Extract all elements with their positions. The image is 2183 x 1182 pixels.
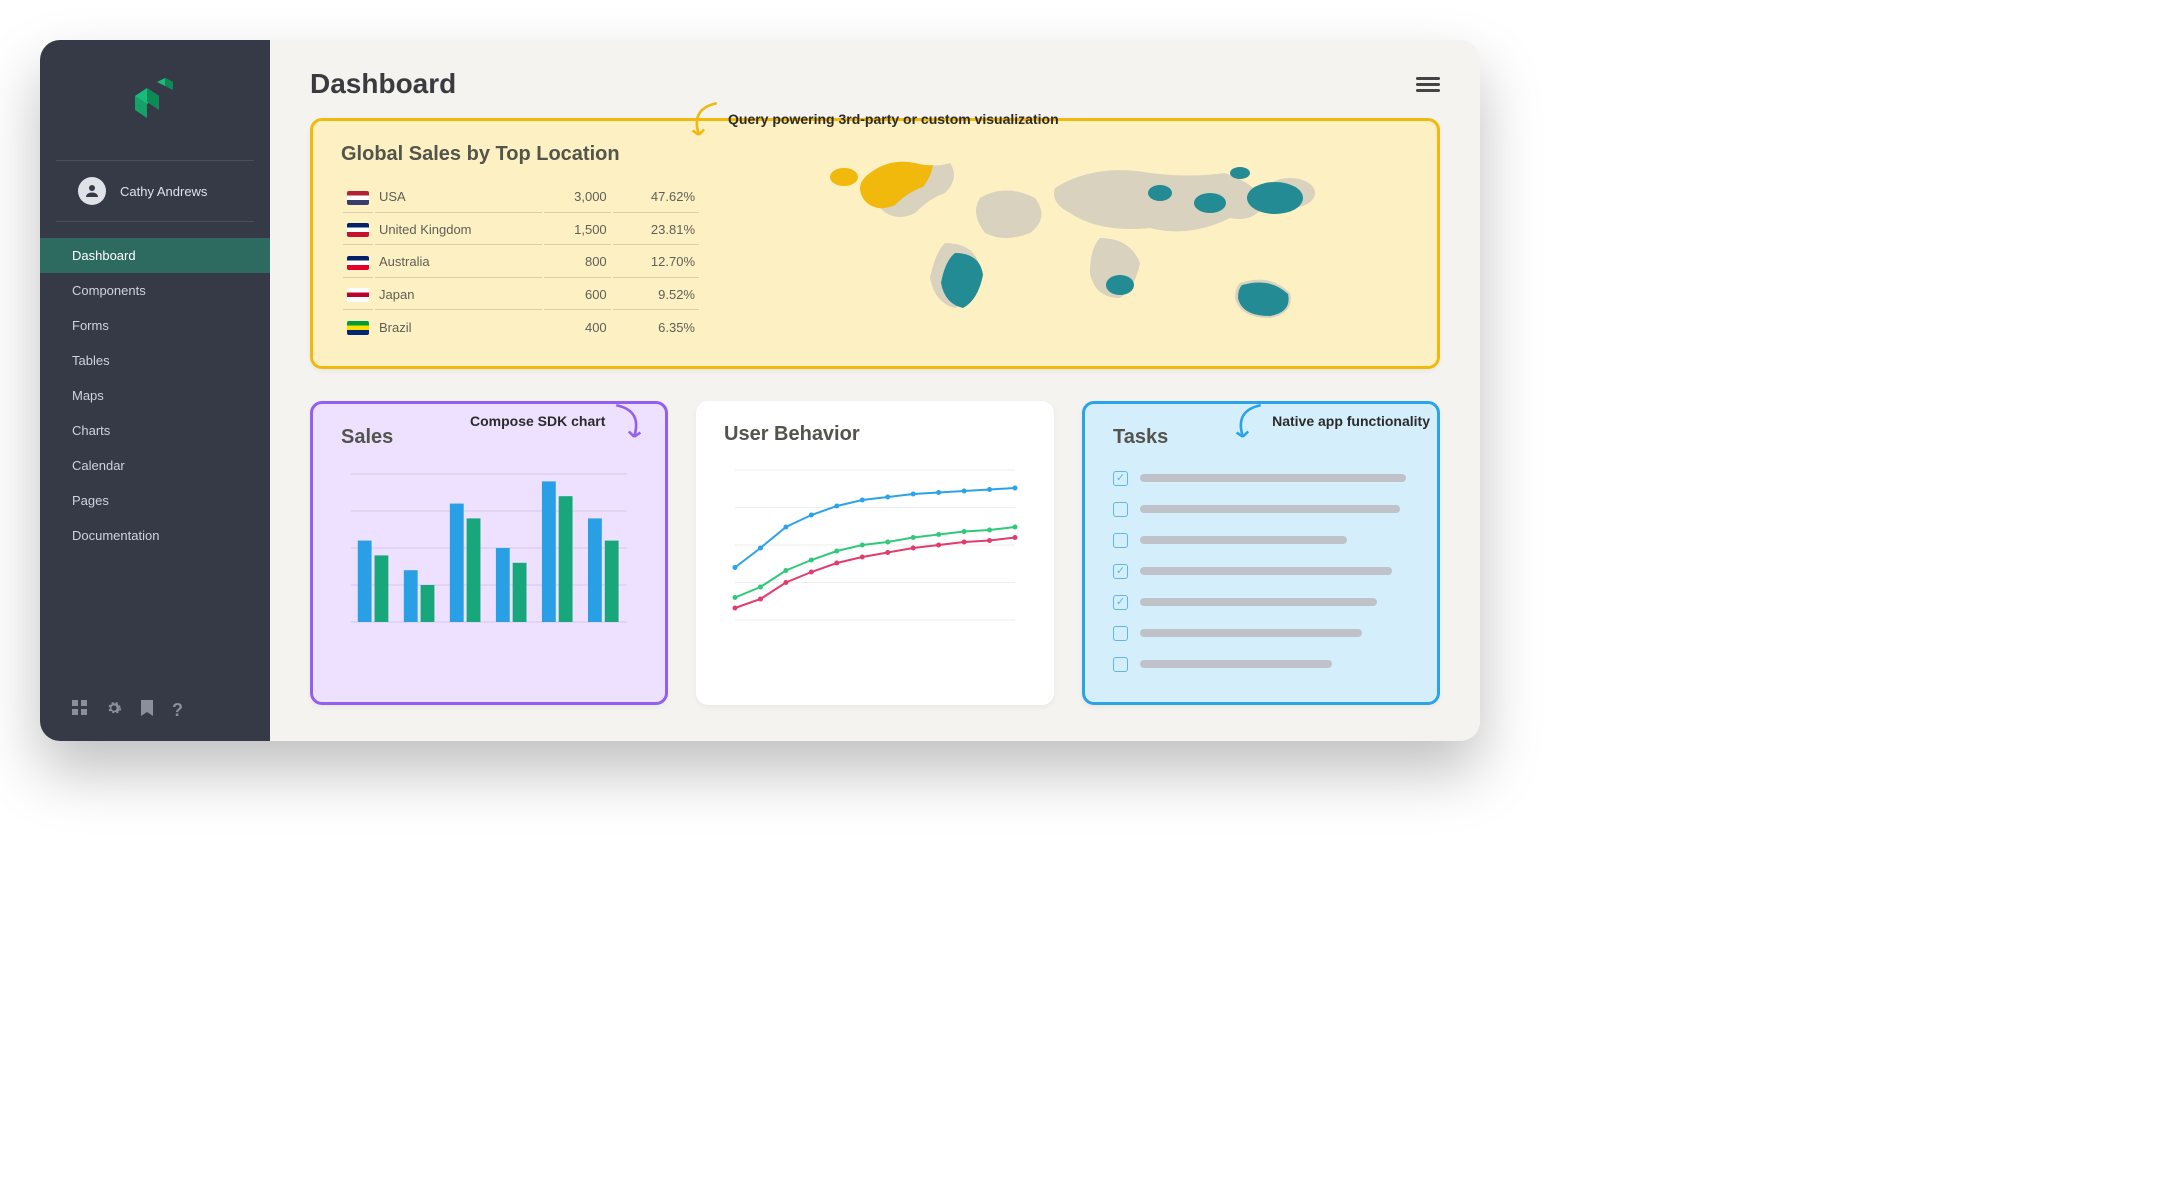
checkbox-icon[interactable] (1113, 533, 1128, 548)
country-value: 400 (544, 312, 611, 342)
app-window: Cathy Andrews DashboardComponentsFormsTa… (40, 40, 1480, 741)
user-behavior-line-chart (724, 460, 1026, 630)
country-name: Australia (375, 247, 542, 278)
sales-bar-chart (341, 463, 637, 633)
user-box[interactable]: Cathy Andrews (56, 160, 254, 222)
country-value: 1,500 (544, 215, 611, 246)
world-map (810, 143, 1330, 343)
task-placeholder-bar (1140, 598, 1377, 606)
task-placeholder-bar (1140, 660, 1332, 668)
task-item[interactable] (1113, 618, 1409, 649)
table-row: Australia80012.70% (343, 247, 699, 278)
checkbox-icon[interactable]: ✓ (1113, 564, 1128, 579)
task-placeholder-bar (1140, 567, 1392, 575)
tasks-title: Tasks (1113, 426, 1409, 449)
table-row: USA3,00047.62% (343, 182, 699, 213)
task-list: ✓ ✓ ✓ (1113, 463, 1409, 680)
sidebar-nav: DashboardComponentsFormsTablesMapsCharts… (40, 238, 270, 700)
tasks-card: Tasks ✓ ✓ ✓ (1082, 401, 1440, 705)
bookmark-icon[interactable] (140, 700, 154, 721)
sidebar: Cathy Andrews DashboardComponentsFormsTa… (40, 40, 270, 741)
country-pct: 47.62% (613, 182, 699, 213)
sidebar-item-components[interactable]: Components (40, 273, 270, 308)
user-behavior-title: User Behavior (724, 423, 1026, 446)
task-item[interactable]: ✓ (1113, 556, 1409, 587)
country-name: Japan (375, 280, 542, 311)
checkbox-icon[interactable] (1113, 626, 1128, 641)
user-icon (83, 182, 101, 200)
logo (40, 40, 270, 160)
country-pct: 12.70% (613, 247, 699, 278)
task-item[interactable] (1113, 494, 1409, 525)
logo-icon (125, 70, 185, 130)
help-icon[interactable]: ? (172, 700, 183, 721)
gear-icon[interactable] (106, 700, 122, 721)
task-placeholder-bar (1140, 474, 1406, 482)
table-row: United Kingdom1,50023.81% (343, 215, 699, 246)
sidebar-item-documentation[interactable]: Documentation (40, 518, 270, 553)
sidebar-footer: ? (40, 700, 270, 721)
country-name: USA (375, 182, 542, 213)
grid-icon[interactable] (72, 700, 88, 721)
global-sales-title: Global Sales by Top Location (341, 143, 701, 166)
task-item[interactable] (1113, 525, 1409, 556)
country-value: 800 (544, 247, 611, 278)
country-pct: 23.81% (613, 215, 699, 246)
country-pct: 6.35% (613, 312, 699, 342)
hamburger-menu[interactable] (1416, 74, 1440, 95)
country-name: United Kingdom (375, 215, 542, 246)
user-name: Cathy Andrews (120, 184, 207, 199)
table-row: Japan6009.52% (343, 280, 699, 311)
sidebar-item-pages[interactable]: Pages (40, 483, 270, 518)
task-placeholder-bar (1140, 505, 1400, 513)
sidebar-item-forms[interactable]: Forms (40, 308, 270, 343)
avatar (78, 177, 106, 205)
checkbox-icon[interactable]: ✓ (1113, 471, 1128, 486)
country-name: Brazil (375, 312, 542, 342)
country-pct: 9.52% (613, 280, 699, 311)
global-sales-table: USA3,00047.62%United Kingdom1,50023.81%A… (341, 180, 701, 344)
sidebar-item-dashboard[interactable]: Dashboard (40, 238, 270, 273)
sales-title: Sales (341, 426, 637, 449)
checkbox-icon[interactable] (1113, 502, 1128, 517)
user-behavior-card: User Behavior (696, 401, 1054, 705)
card-row: Sales User Behavior Tasks ✓ ✓ ✓ (310, 401, 1440, 705)
topbar: Dashboard (310, 68, 1440, 100)
sidebar-item-charts[interactable]: Charts (40, 413, 270, 448)
checkbox-icon[interactable] (1113, 657, 1128, 672)
sidebar-item-calendar[interactable]: Calendar (40, 448, 270, 483)
sales-card: Sales (310, 401, 668, 705)
task-item[interactable] (1113, 649, 1409, 680)
checkbox-icon[interactable]: ✓ (1113, 595, 1128, 610)
main-content: Dashboard Query powering 3rd-party or cu… (270, 40, 1480, 741)
sidebar-item-tables[interactable]: Tables (40, 343, 270, 378)
task-item[interactable]: ✓ (1113, 587, 1409, 618)
task-placeholder-bar (1140, 536, 1347, 544)
sidebar-item-maps[interactable]: Maps (40, 378, 270, 413)
global-sales-card: Global Sales by Top Location USA3,00047.… (310, 118, 1440, 369)
country-value: 3,000 (544, 182, 611, 213)
table-row: Brazil4006.35% (343, 312, 699, 342)
task-item[interactable]: ✓ (1113, 463, 1409, 494)
page-title: Dashboard (310, 68, 456, 100)
task-placeholder-bar (1140, 629, 1362, 637)
country-value: 600 (544, 280, 611, 311)
